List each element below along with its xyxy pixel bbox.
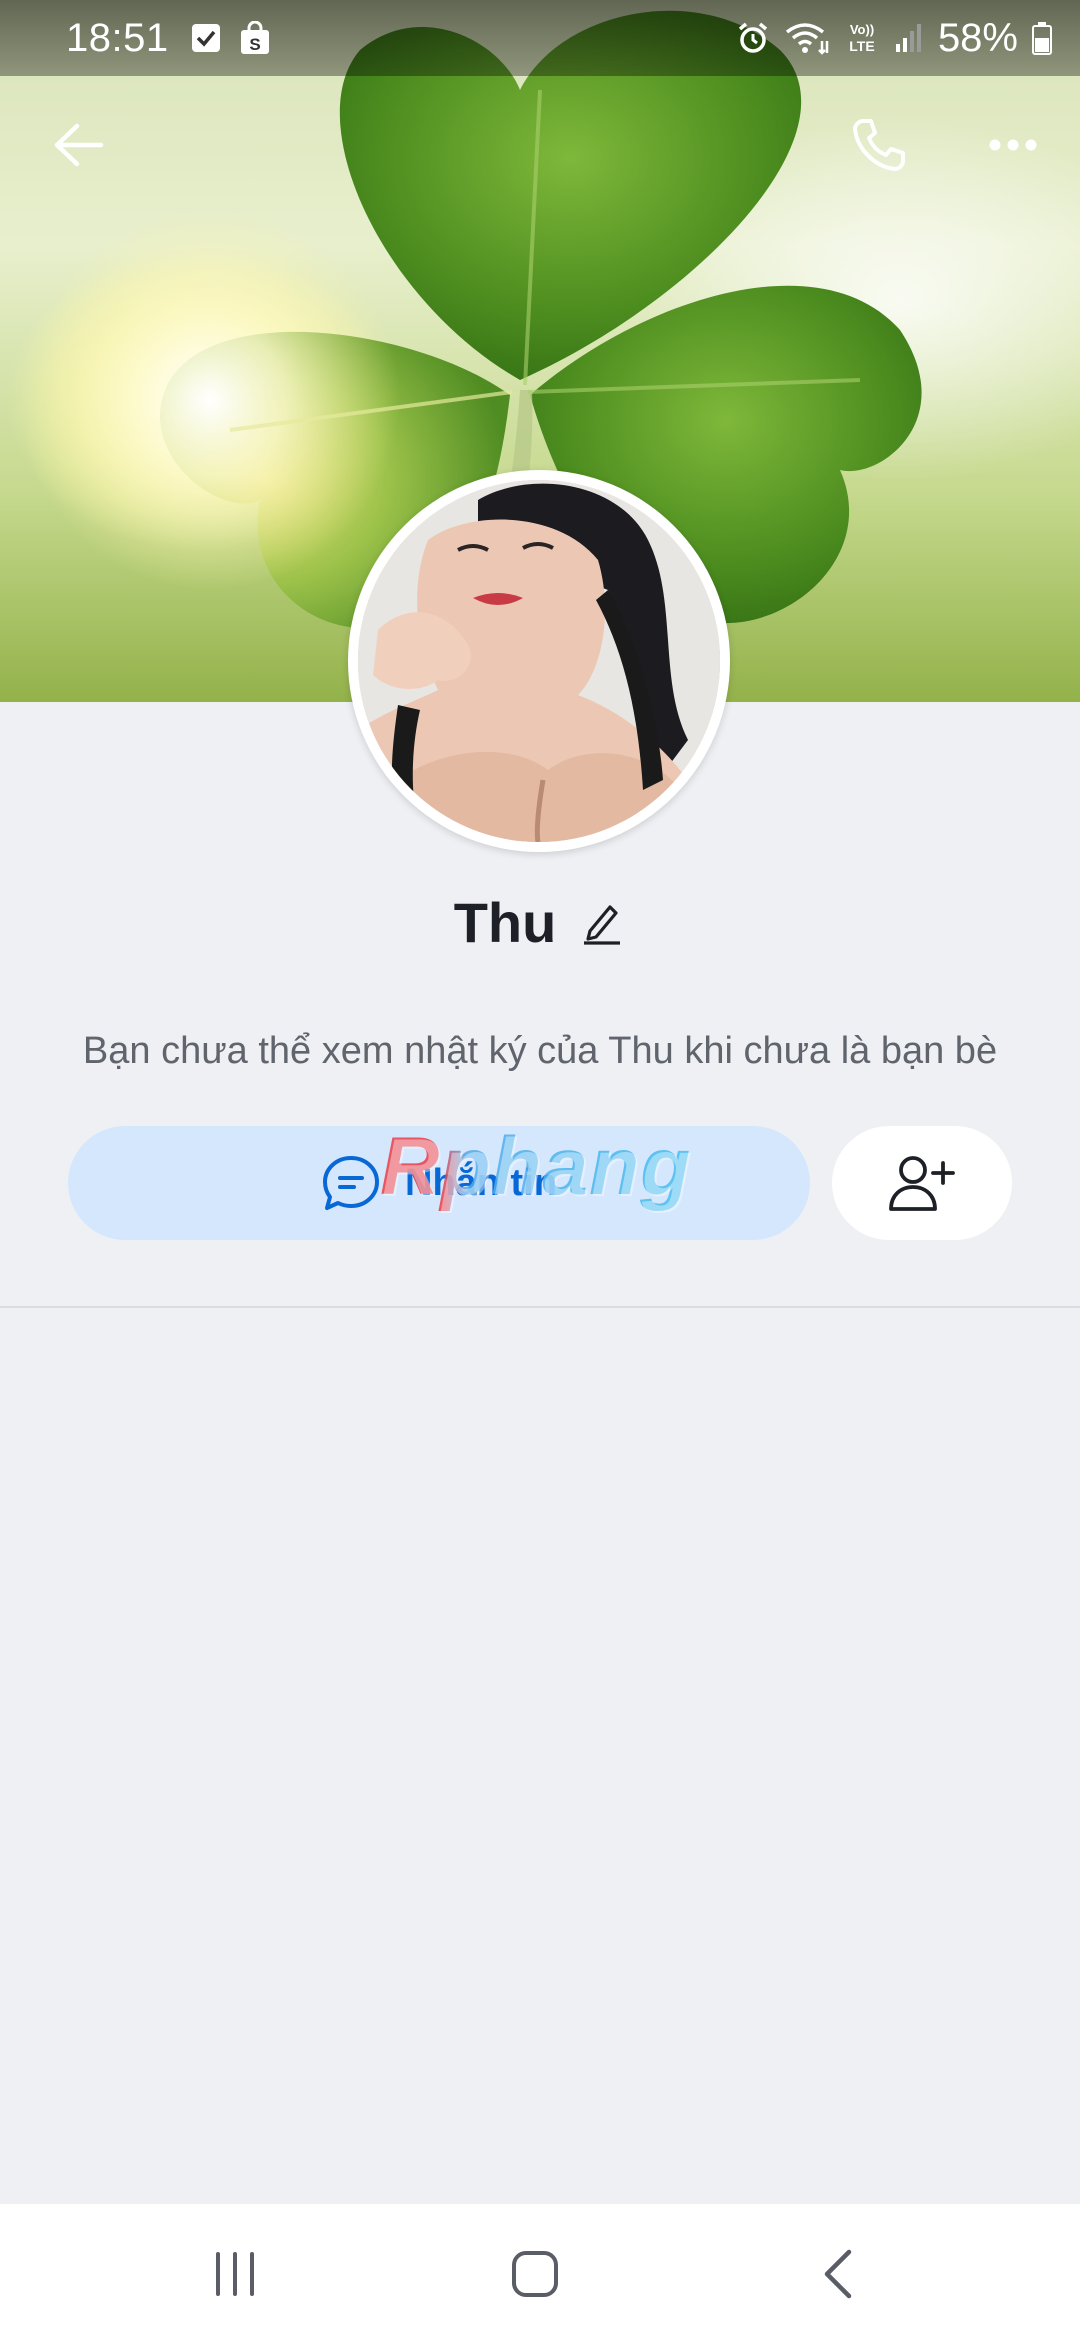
volte-icon: Vo)) LTE bbox=[844, 20, 880, 56]
battery-icon bbox=[1032, 21, 1052, 55]
top-app-bar bbox=[0, 100, 1080, 190]
avatar-frame[interactable] bbox=[348, 470, 730, 852]
alarm-icon bbox=[736, 21, 770, 55]
svg-text:LTE: LTE bbox=[849, 38, 874, 54]
recents-button[interactable] bbox=[180, 2234, 290, 2314]
battery-percent: 58% bbox=[937, 15, 1018, 60]
pencil-icon bbox=[584, 904, 621, 945]
more-icon bbox=[989, 139, 1037, 151]
avatar-photo bbox=[358, 480, 720, 842]
message-button[interactable]: Nhắn tin bbox=[68, 1126, 810, 1240]
name-row: Thu bbox=[0, 890, 1080, 955]
home-icon bbox=[512, 2251, 558, 2297]
profile-name: Thu bbox=[453, 891, 557, 954]
svg-text:S: S bbox=[249, 35, 260, 54]
back-arrow-icon bbox=[54, 123, 104, 167]
back-icon bbox=[824, 2249, 852, 2299]
section-divider bbox=[0, 1306, 1080, 1308]
svg-text:Vo)): Vo)) bbox=[850, 22, 874, 37]
message-button-label: Nhắn tin bbox=[405, 1161, 557, 1204]
call-button[interactable] bbox=[834, 100, 924, 190]
privacy-info-text: Bạn chưa thể xem nhật ký của Thu khi chư… bbox=[82, 1030, 998, 1072]
nav-back-button[interactable] bbox=[784, 2234, 894, 2314]
checkbox-notification-icon bbox=[191, 23, 221, 53]
status-bar: 18:51 S Vo)) LTE 58% bbox=[0, 0, 1080, 76]
wifi-icon bbox=[784, 21, 830, 55]
home-button[interactable] bbox=[480, 2234, 590, 2314]
chat-bubble-icon bbox=[323, 1156, 379, 1210]
phone-icon bbox=[853, 119, 905, 171]
signal-icon bbox=[894, 22, 924, 54]
status-time: 18:51 bbox=[66, 15, 169, 60]
add-friend-button[interactable] bbox=[832, 1126, 1012, 1240]
edit-name-button[interactable] bbox=[578, 899, 626, 947]
avatar bbox=[358, 480, 720, 842]
back-button[interactable] bbox=[34, 100, 124, 190]
recents-icon bbox=[216, 2252, 254, 2296]
more-button[interactable] bbox=[968, 100, 1058, 190]
profile-screen: 18:51 S Vo)) LTE 58% Thu Bạn chưa thể xe… bbox=[0, 0, 1080, 2340]
add-friend-icon bbox=[889, 1156, 955, 1211]
shopee-bag-icon: S bbox=[239, 21, 271, 55]
system-nav-bar bbox=[0, 2204, 1080, 2340]
